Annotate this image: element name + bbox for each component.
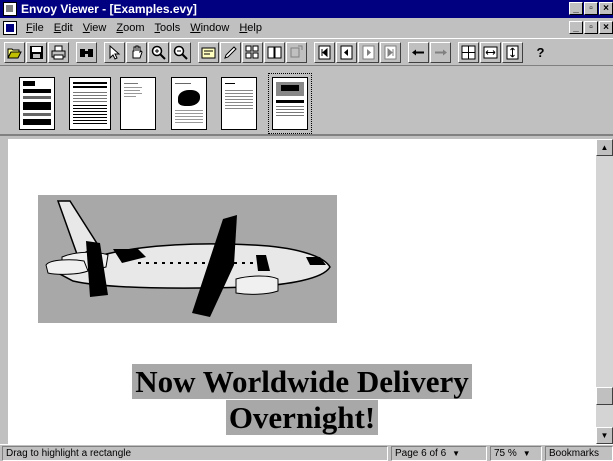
page-thumbnail-6[interactable] xyxy=(268,73,312,134)
fit-height-icon xyxy=(506,45,519,59)
page-dropdown-icon[interactable]: ▼ xyxy=(452,449,460,458)
last-page-button[interactable] xyxy=(380,41,401,63)
zoom-indicator[interactable]: 75 % ▼ xyxy=(490,446,542,461)
vertical-scrollbar[interactable]: ▲ ▼ xyxy=(596,139,613,444)
menu-help[interactable]: Help xyxy=(234,22,267,34)
note-icon xyxy=(201,47,216,58)
back-button[interactable] xyxy=(408,41,429,63)
headline-line-2: Overnight! xyxy=(8,400,596,436)
forward-icon xyxy=(435,49,447,55)
menu-view[interactable]: View xyxy=(78,22,112,34)
link-button[interactable] xyxy=(286,41,307,63)
doc-minimize-button[interactable]: _ xyxy=(569,21,583,34)
menu-edit[interactable]: Edit xyxy=(49,22,78,34)
airplane-image xyxy=(38,195,337,323)
save-button[interactable] xyxy=(26,41,47,63)
restore-button[interactable]: ▫ xyxy=(584,2,598,15)
doc-restore-button[interactable]: ▫ xyxy=(584,21,598,34)
close-button[interactable]: × xyxy=(599,2,613,15)
menu-zoom[interactable]: Zoom xyxy=(111,22,149,34)
print-button[interactable] xyxy=(48,41,69,63)
thumbnail-strip xyxy=(0,70,613,136)
first-page-button[interactable] xyxy=(314,41,335,63)
next-page-icon xyxy=(362,45,375,59)
zoom-in-button[interactable] xyxy=(148,41,169,63)
next-page-button[interactable] xyxy=(358,41,379,63)
find-button[interactable] xyxy=(76,41,97,63)
hand-icon xyxy=(132,45,143,58)
print-icon xyxy=(51,45,66,59)
page-thumbnail-2[interactable] xyxy=(69,77,111,130)
zoom-in-icon xyxy=(151,45,166,60)
scroll-up-button[interactable]: ▲ xyxy=(596,139,613,156)
link-icon xyxy=(290,45,303,57)
doc-close-button[interactable]: × xyxy=(599,21,613,34)
previous-page-button[interactable] xyxy=(336,41,357,63)
bookmarks-button[interactable] xyxy=(264,41,285,63)
zoom-out-button[interactable] xyxy=(170,41,191,63)
hand-tool-button[interactable] xyxy=(126,41,147,63)
minimize-button[interactable]: _ xyxy=(569,2,583,15)
open-button[interactable] xyxy=(4,41,25,63)
document-page-view[interactable]: Now Worldwide Delivery Overnight! xyxy=(8,139,596,444)
zoom-out-icon xyxy=(173,45,188,60)
last-page-icon xyxy=(384,45,397,59)
fit-page-button[interactable] xyxy=(458,41,479,63)
fit-width-icon xyxy=(483,46,498,58)
note-button[interactable] xyxy=(198,41,219,63)
thumbnails-button[interactable] xyxy=(242,41,263,63)
select-tool-button[interactable] xyxy=(104,41,125,63)
menu-tools[interactable]: Tools xyxy=(150,22,186,34)
thumbnails-icon xyxy=(245,45,259,58)
open-icon xyxy=(7,48,22,58)
menu-window[interactable]: Window xyxy=(185,22,234,34)
fit-width-button[interactable] xyxy=(480,41,501,63)
page-thumbnail-4[interactable] xyxy=(171,77,207,130)
help-icon: ? xyxy=(536,44,545,60)
highlighter-button[interactable] xyxy=(220,41,241,63)
toolbar: ? xyxy=(0,38,613,66)
save-icon xyxy=(30,45,43,59)
forward-button[interactable] xyxy=(430,41,451,63)
document-control-icon[interactable] xyxy=(3,21,17,35)
first-page-icon xyxy=(318,45,331,59)
zoom-dropdown-icon[interactable]: ▼ xyxy=(523,449,531,458)
page-indicator: Page 6 of 6 ▼ xyxy=(391,446,487,461)
select-arrow-icon xyxy=(109,44,121,60)
menu-file[interactable]: File xyxy=(21,22,49,34)
scroll-down-button[interactable]: ▼ xyxy=(596,427,613,444)
back-icon xyxy=(412,49,424,55)
help-button[interactable]: ? xyxy=(530,42,551,63)
status-bar: Drag to highlight a rectangle Page 6 of … xyxy=(0,444,613,461)
find-icon xyxy=(80,48,93,57)
scroll-thumb[interactable] xyxy=(596,387,613,405)
highlighter-icon xyxy=(224,45,237,59)
window-title: Envoy Viewer - [Examples.evy] xyxy=(21,2,197,16)
title-bar[interactable]: Envoy Viewer - [Examples.evy] _ ▫ × xyxy=(0,0,613,18)
page-thumbnail-1[interactable] xyxy=(19,77,55,130)
envoy-app-icon[interactable] xyxy=(3,2,17,16)
bookmarks-indicator[interactable]: Bookmarks xyxy=(545,446,613,461)
previous-page-icon xyxy=(340,45,353,59)
status-hint: Drag to highlight a rectangle xyxy=(2,446,388,461)
fit-height-button[interactable] xyxy=(502,41,523,63)
fit-page-icon xyxy=(461,45,476,59)
menu-bar: File Edit View Zoom Tools Window Help _ … xyxy=(0,18,613,38)
page-thumbnail-5[interactable] xyxy=(221,77,257,130)
page-thumbnail-3[interactable] xyxy=(120,77,156,130)
bookmarks-icon xyxy=(267,46,282,58)
headline-line-1: Now Worldwide Delivery xyxy=(8,364,596,400)
